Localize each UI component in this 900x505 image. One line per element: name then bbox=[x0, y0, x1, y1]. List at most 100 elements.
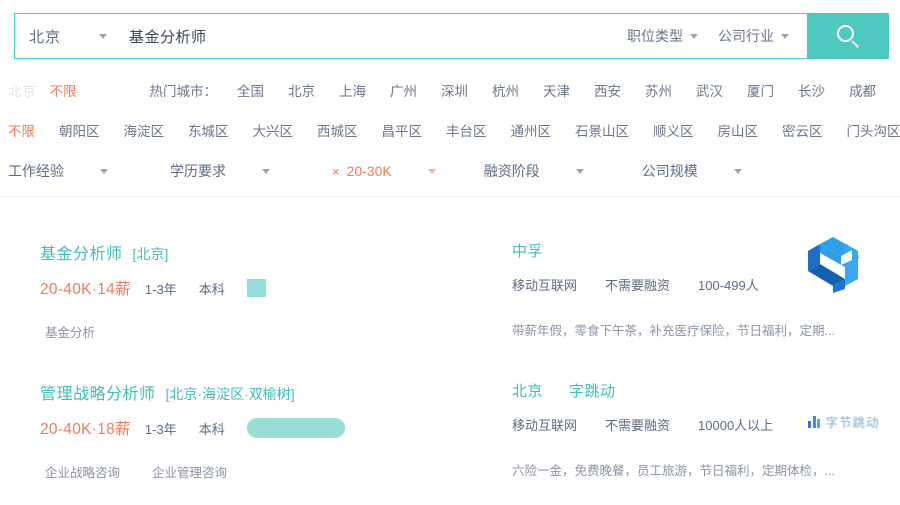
chevron-down-icon bbox=[733, 168, 742, 174]
district-1[interactable]: 海淀区 bbox=[124, 120, 165, 140]
company-industry: 移动互联网 bbox=[512, 278, 578, 293]
filter-experience[interactable]: 工作经验 bbox=[8, 161, 108, 181]
filter-divider bbox=[0, 196, 900, 197]
search-icon bbox=[837, 25, 860, 49]
job-salary: 20-40K·18薪 bbox=[40, 421, 131, 438]
chevron-down-icon bbox=[690, 33, 698, 39]
company-info: 中孚 移动互联网 不需要融资 100-499人 bbox=[512, 240, 787, 294]
district-10[interactable]: 房山区 bbox=[718, 120, 759, 140]
district-row: 不限 朝阳区 海淀区 东城区 大兴区 西城区 昌平区 丰台区 通州区 石景山区 … bbox=[0, 118, 900, 142]
job-tag[interactable]: 企业管理咨询 bbox=[152, 462, 227, 481]
district-11[interactable]: 密云区 bbox=[782, 120, 823, 140]
job-title[interactable]: 基金分析师 bbox=[40, 240, 123, 264]
company-funding: 不需要融资 bbox=[605, 278, 671, 293]
hot-city-10[interactable]: 厦门 bbox=[747, 80, 774, 100]
job-tag[interactable]: 企业战略咨询 bbox=[45, 462, 120, 481]
company-info: 北京 字跳动 移动互联网 不需要融资 10000人以上 bbox=[512, 380, 801, 434]
job-experience: 1-3年 bbox=[144, 281, 177, 297]
district-3[interactable]: 大兴区 bbox=[253, 120, 294, 140]
hot-city-9[interactable]: 武汉 bbox=[696, 80, 723, 100]
chevron-down-icon bbox=[100, 168, 108, 174]
hot-city-3[interactable]: 广州 bbox=[390, 80, 417, 100]
company-benefits: 六险一金，免费晚餐，员工旅游，节日福利，定期体检，... bbox=[512, 464, 835, 478]
company-name-part2: 字跳动 bbox=[569, 383, 616, 400]
company-name-part1: 北京 bbox=[512, 383, 544, 400]
city-unlimited[interactable]: 不限 bbox=[50, 80, 77, 100]
filter-salary-label: 20-30K bbox=[346, 163, 392, 179]
district-2[interactable]: 东城区 bbox=[188, 120, 229, 140]
filter-row: 工作经验 学历要求 × 20-30K 融资阶段 公司规模 bbox=[0, 158, 900, 184]
city-select-value: 北京 bbox=[29, 28, 62, 46]
job-experience: 1-3年 bbox=[144, 421, 177, 437]
chevron-down-icon bbox=[262, 168, 270, 174]
filter-company-size[interactable]: 公司规模 bbox=[642, 161, 742, 181]
job-search-page: 北京 基金分析师 职位类型 公司行业 北京 不限 热门城市： 全国 北京 上海 … bbox=[0, 0, 900, 505]
hot-city-row: 北京 不限 热门城市： 全国 北京 上海 广州 深圳 杭州 天津 西安 苏州 武… bbox=[0, 78, 900, 102]
hot-city-0[interactable]: 全国 bbox=[237, 80, 264, 100]
job-info: 基金分析师 [北京] 20-40K·14薪 1-3年 本科 bbox=[40, 240, 266, 299]
job-type-dropdown[interactable]: 职位类型 bbox=[617, 14, 708, 58]
job-type-label: 职位类型 bbox=[627, 28, 683, 44]
company-industry: 移动互联网 bbox=[512, 418, 578, 433]
hot-city-7[interactable]: 西安 bbox=[594, 80, 621, 100]
company-name[interactable]: 北京 字跳动 bbox=[512, 380, 801, 401]
company-size: 100-499人 bbox=[698, 278, 759, 293]
job-location: [北京·海淀区·双榆树] bbox=[165, 386, 295, 402]
redacted-block bbox=[246, 418, 345, 438]
district-9[interactable]: 顺义区 bbox=[653, 120, 694, 140]
chevron-down-icon bbox=[427, 168, 436, 174]
hot-city-5[interactable]: 杭州 bbox=[492, 80, 519, 100]
hot-city-11[interactable]: 长沙 bbox=[798, 80, 825, 100]
hot-city-1[interactable]: 北京 bbox=[288, 80, 315, 100]
hot-city-8[interactable]: 苏州 bbox=[645, 80, 672, 100]
search-button[interactable] bbox=[807, 13, 889, 59]
district-7[interactable]: 通州区 bbox=[511, 120, 552, 140]
industry-dropdown[interactable]: 公司行业 bbox=[708, 14, 799, 58]
job-info: 管理战略分析师 [北京·海淀区·双榆树] 20-40K·18薪 1-3年 本科 bbox=[40, 380, 345, 439]
redacted-block bbox=[246, 279, 266, 297]
job-list-item[interactable]: 管理战略分析师 [北京·海淀区·双榆树] 20-40K·18薪 1-3年 本科 … bbox=[0, 354, 900, 500]
search-bar: 北京 基金分析师 职位类型 公司行业 bbox=[14, 13, 889, 59]
company-size: 10000人以上 bbox=[698, 418, 774, 433]
district-0[interactable]: 朝阳区 bbox=[59, 120, 100, 140]
search-input[interactable]: 基金分析师 bbox=[119, 14, 617, 58]
filter-education[interactable]: 学历要求 bbox=[170, 161, 270, 181]
hot-city-12[interactable]: 成都 bbox=[849, 80, 876, 100]
job-list-item[interactable]: 基金分析师 [北京] 20-40K·14薪 1-3年 本科 基金分析 中孚 移动… bbox=[0, 214, 900, 360]
company-name[interactable]: 中孚 bbox=[512, 240, 787, 261]
hot-city-4[interactable]: 深圳 bbox=[441, 80, 468, 100]
chevron-down-icon bbox=[781, 33, 789, 39]
hot-city-label: 热门城市： bbox=[149, 84, 218, 99]
chevron-down-icon bbox=[99, 33, 107, 39]
job-education: 本科 bbox=[198, 281, 225, 297]
company-benefits: 带薪年假，零食下午茶，补充医疗保险，节日福利，定期... bbox=[512, 324, 835, 338]
hexagon-cube-logo-icon bbox=[800, 234, 876, 296]
filter-funding[interactable]: 融资阶段 bbox=[484, 161, 584, 181]
district-8[interactable]: 石景山区 bbox=[575, 120, 629, 140]
hot-city-6[interactable]: 天津 bbox=[543, 80, 570, 100]
bytedance-logo-text: 字节跳动 bbox=[825, 416, 880, 430]
job-location: [北京] bbox=[132, 246, 169, 262]
district-unlimited[interactable]: 不限 bbox=[8, 120, 35, 140]
industry-label: 公司行业 bbox=[718, 28, 774, 44]
district-4[interactable]: 西城区 bbox=[317, 120, 358, 140]
job-title[interactable]: 管理战略分析师 bbox=[40, 380, 156, 404]
chevron-down-icon bbox=[575, 168, 584, 174]
filter-company-size-label: 公司规模 bbox=[641, 163, 698, 179]
filter-salary[interactable]: × 20-30K bbox=[332, 163, 436, 179]
district-12[interactable]: 门头沟区 bbox=[847, 120, 900, 140]
district-5[interactable]: 昌平区 bbox=[382, 120, 423, 140]
filter-funding-label: 融资阶段 bbox=[483, 163, 540, 179]
hot-city-2[interactable]: 上海 bbox=[339, 80, 366, 100]
job-tags: 基金分析 bbox=[45, 322, 127, 341]
filter-education-label: 学历要求 bbox=[170, 163, 226, 179]
job-education: 本科 bbox=[198, 421, 225, 437]
job-salary: 20-40K·14薪 bbox=[40, 281, 131, 298]
job-tags: 企业战略咨询 企业管理咨询 bbox=[45, 462, 259, 481]
current-city-label: 北京 bbox=[8, 84, 37, 99]
city-select[interactable]: 北京 bbox=[15, 14, 119, 58]
job-tag[interactable]: 基金分析 bbox=[45, 322, 95, 341]
remove-filter-icon[interactable]: × bbox=[332, 164, 340, 179]
bar-chart-icon bbox=[808, 415, 822, 428]
district-6[interactable]: 丰台区 bbox=[446, 120, 487, 140]
